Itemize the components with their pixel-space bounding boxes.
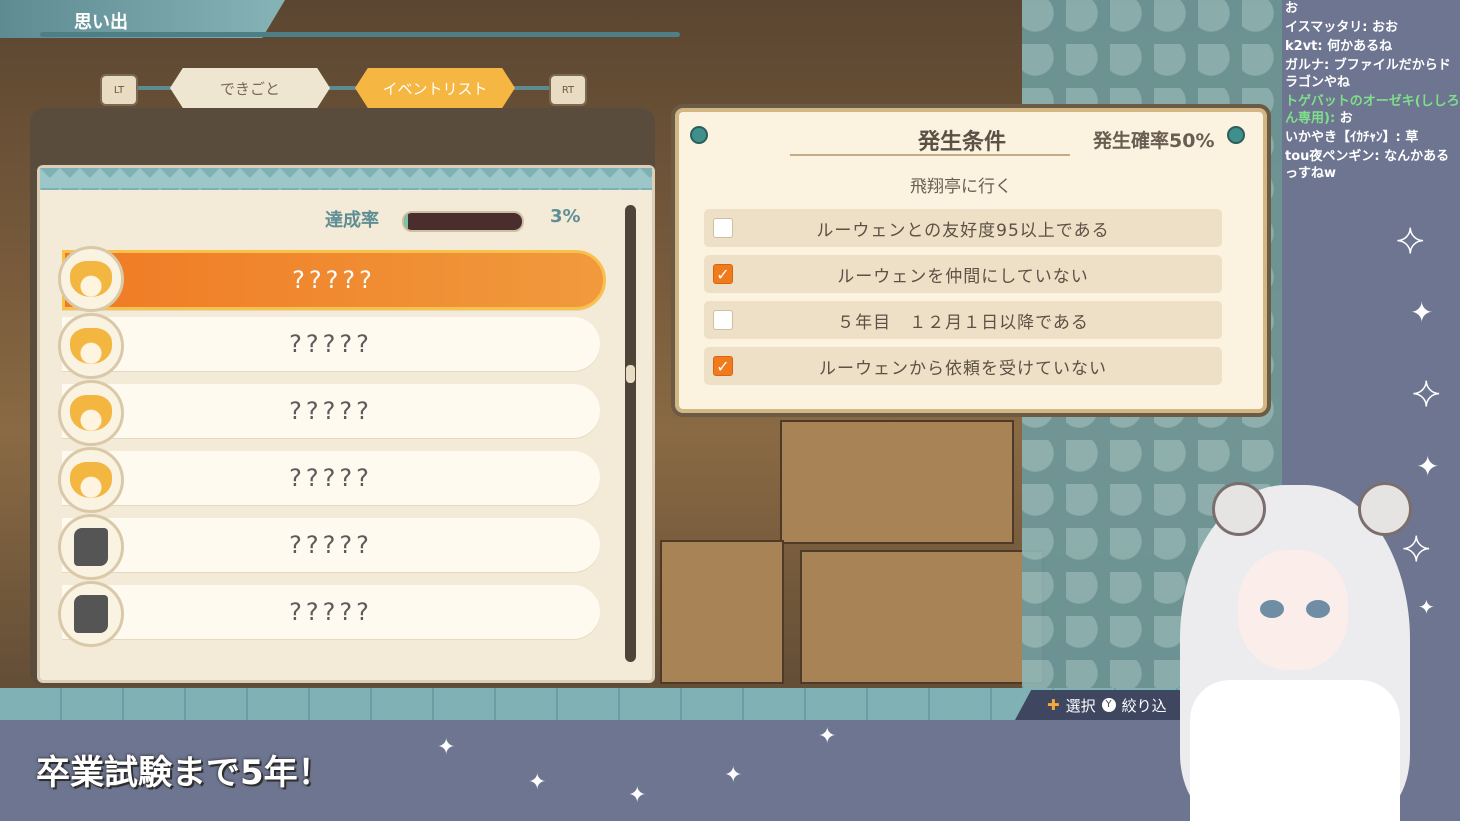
condition-text: ルーウェンとの友好度95以上である	[816, 220, 1110, 241]
dpad-icon: ✚	[1047, 696, 1060, 714]
unknown-portrait-icon	[58, 581, 124, 647]
page-title: 思い出	[74, 12, 128, 33]
sparkle-outline-icon: ✦	[1395, 221, 1425, 263]
sparkle-icon: ✦	[724, 763, 743, 788]
chat-message: お	[1285, 0, 1460, 17]
hair-portrait-icon	[58, 380, 124, 446]
hair-portrait-icon	[58, 246, 124, 312]
panel-zigzag-trim	[40, 168, 652, 190]
event-name: ?????	[292, 266, 376, 294]
hair-portrait-icon	[58, 313, 124, 379]
completion-bar-fill	[404, 213, 408, 230]
event-name: ?????	[289, 598, 373, 626]
chat-author: トゲバットのオーゼキ(ししろん専用):	[1285, 94, 1460, 126]
sparkle-icon: ✦	[628, 783, 647, 808]
y-button-icon: Y	[1101, 698, 1116, 712]
conditions-title: 発生条件	[918, 130, 1007, 155]
sparkle-icon: ✦	[528, 770, 547, 795]
event-name: ?????	[289, 397, 373, 425]
chat-message: イスマッタリ: おお	[1285, 19, 1460, 36]
chat-text: 何かあるね	[1327, 39, 1393, 54]
condition-item: ５年目 １２月１日以降である	[704, 301, 1222, 339]
ornament-divider	[790, 154, 1070, 156]
chat-message: k2vt: 何かあるね	[1285, 38, 1460, 55]
event-list-item[interactable]: ?????	[62, 317, 600, 371]
hint-select: 選択	[1065, 696, 1096, 715]
live-chat: おイスマッタリ: おお k2vt: 何かあるね ガルナ: ブファイルだからドラゴンや…	[1285, 0, 1460, 250]
chat-text: 草	[1405, 130, 1419, 145]
completion-label: 達成率	[325, 210, 379, 231]
completion-value: 3%	[550, 206, 581, 227]
avatar-ear	[1212, 482, 1266, 536]
unknown-portrait-icon	[58, 514, 124, 580]
portrait-art	[70, 462, 112, 498]
condition-item: ルーウェンとの友好度95以上である	[704, 209, 1222, 247]
condition-item: ✓ ルーウェンを仲間にしていない	[704, 255, 1222, 293]
unchecked-box-icon	[713, 218, 733, 238]
completion-bar	[402, 211, 524, 232]
sparkle-icon: ✦	[818, 724, 837, 749]
condition-text: ルーウェンを仲間にしていない	[837, 266, 1089, 287]
event-list-item[interactable]: ?????	[62, 518, 600, 572]
portrait-art	[70, 261, 112, 297]
event-list-item[interactable]: ?????	[62, 384, 600, 438]
sparkle-icon: ✦	[1410, 296, 1434, 329]
chat-message: ガルナ: ブファイルだからドラゴンやね	[1285, 57, 1460, 91]
occurrence-probability: 発生確率50%	[1093, 130, 1215, 152]
floor-plank	[780, 420, 1014, 544]
streamer-avatar	[1120, 450, 1460, 821]
chat-message: トゲバットのオーゼキ(ししろん専用): お	[1285, 93, 1460, 127]
game-viewport: 思い出 LT できごと イベントリスト RT 達成率 3% ??????????…	[0, 0, 1282, 720]
tab-dekigoto[interactable]: できごと	[170, 68, 330, 108]
gem-icon	[690, 126, 708, 144]
event-list-item[interactable]: ?????	[62, 250, 606, 310]
portrait-art	[70, 395, 112, 431]
lt-button-icon[interactable]: LT	[100, 74, 138, 106]
avatar-face	[1238, 550, 1348, 670]
chat-author: ガルナ:	[1285, 58, 1330, 73]
avatar-eye	[1306, 600, 1330, 618]
floor-plank	[800, 550, 1044, 684]
portrait-art	[74, 528, 108, 566]
stream-caption: 卒業試験まで5年！	[36, 753, 332, 793]
title-rail	[40, 32, 680, 37]
gem-icon	[1227, 126, 1245, 144]
condition-place: 飛翔亭に行く	[910, 177, 1012, 197]
chat-text: お	[1339, 111, 1353, 126]
hair-portrait-icon	[58, 447, 124, 513]
avatar-eye	[1260, 600, 1284, 618]
chat-message: いかやき【ｲｶﾁｬﾝ】: 草	[1285, 129, 1460, 146]
sparkle-outline-icon: ✦	[1411, 374, 1441, 416]
chat-author: tou夜ペンギン:	[1285, 149, 1380, 164]
chat-author: k2vt:	[1285, 39, 1323, 54]
tab-event-list[interactable]: イベントリスト	[355, 68, 515, 108]
event-name: ?????	[289, 330, 373, 358]
avatar-shirt	[1190, 680, 1400, 821]
title-bar: 思い出	[0, 0, 680, 42]
condition-text: ５年目 １２月１日以降である	[837, 312, 1089, 333]
chat-author: イスマッタリ:	[1285, 20, 1368, 35]
avatar-ear	[1358, 482, 1412, 536]
floor-plank	[660, 540, 784, 684]
list-scrollbar[interactable]	[625, 205, 636, 662]
chat-text: おお	[1371, 20, 1398, 35]
event-list-item[interactable]: ?????	[62, 451, 600, 505]
sparkle-icon: ✦	[437, 735, 456, 760]
condition-text: ルーウェンから依頼を受けていない	[819, 358, 1107, 379]
event-list-item[interactable]: ?????	[62, 585, 600, 639]
checked-box-icon: ✓	[713, 356, 733, 376]
list-scrollbar-thumb[interactable]	[626, 365, 635, 383]
rt-button-icon[interactable]: RT	[549, 74, 587, 106]
portrait-art	[74, 595, 108, 633]
checked-box-icon: ✓	[713, 264, 733, 284]
unchecked-box-icon	[713, 310, 733, 330]
portrait-art	[70, 328, 112, 364]
chat-message: tou夜ペンギン: なんかあるっすねw	[1285, 148, 1460, 182]
event-name: ?????	[289, 464, 373, 492]
condition-item: ✓ ルーウェンから依頼を受けていない	[704, 347, 1222, 385]
event-name: ?????	[289, 531, 373, 559]
chat-text: お	[1285, 1, 1299, 16]
chat-author: いかやき【ｲｶﾁｬﾝ】:	[1285, 130, 1401, 145]
